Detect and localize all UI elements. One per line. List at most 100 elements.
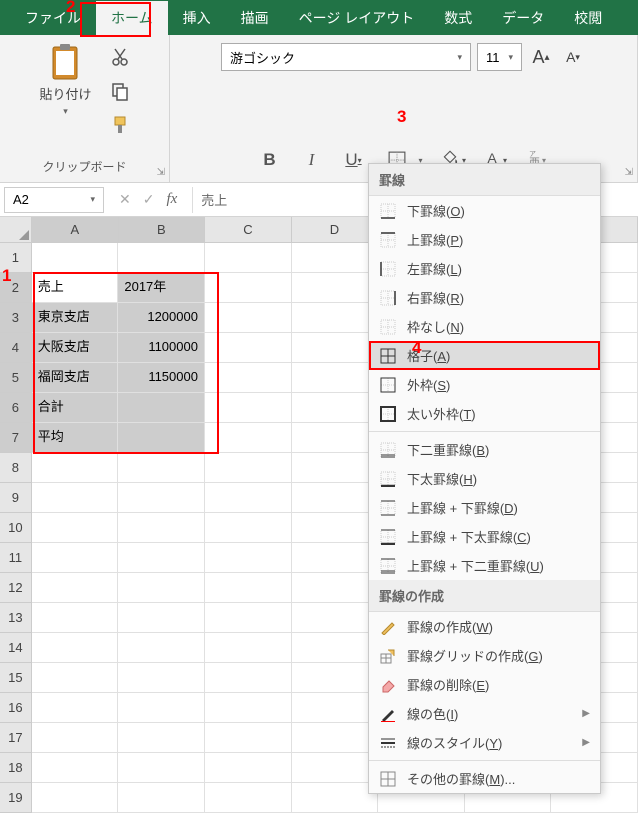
- col-header-A[interactable]: A: [32, 217, 119, 242]
- cell-D9[interactable]: [292, 483, 379, 513]
- tab-ホーム[interactable]: ホーム: [96, 1, 168, 35]
- border-option-more[interactable]: その他の罫線(M)...: [369, 764, 600, 793]
- cell-C14[interactable]: [205, 633, 292, 663]
- cell-A6[interactable]: 合計: [32, 393, 119, 423]
- cell-A17[interactable]: [32, 723, 119, 753]
- border-option-thick[interactable]: 太い外枠(T): [369, 399, 600, 428]
- cell-C2[interactable]: [205, 273, 292, 303]
- row-header-10[interactable]: 10: [0, 513, 32, 543]
- cell-A12[interactable]: [32, 573, 119, 603]
- cell-C15[interactable]: [205, 663, 292, 693]
- cell-B5[interactable]: 1150000: [118, 363, 205, 393]
- row-header-4[interactable]: 4: [0, 333, 32, 363]
- copy-icon[interactable]: [110, 81, 130, 101]
- border-option-all[interactable]: 格子(A): [369, 341, 600, 370]
- border-option-draw[interactable]: 罫線の作成(W): [369, 612, 600, 641]
- col-header-C[interactable]: C: [205, 217, 292, 242]
- cell-C9[interactable]: [205, 483, 292, 513]
- border-option-erase[interactable]: 罫線の削除(E): [369, 670, 600, 699]
- cell-A1[interactable]: [32, 243, 119, 273]
- decrease-font-icon[interactable]: A▾: [560, 44, 586, 70]
- row-header-18[interactable]: 18: [0, 753, 32, 783]
- border-option-bottom[interactable]: 下罫線(O): [369, 196, 600, 225]
- cell-D13[interactable]: [292, 603, 379, 633]
- cell-C3[interactable]: [205, 303, 292, 333]
- cell-B11[interactable]: [118, 543, 205, 573]
- cell-D5[interactable]: [292, 363, 379, 393]
- cell-A10[interactable]: [32, 513, 119, 543]
- cell-B8[interactable]: [118, 453, 205, 483]
- border-option-left[interactable]: 左罫線(L): [369, 254, 600, 283]
- row-header-17[interactable]: 17: [0, 723, 32, 753]
- row-header-9[interactable]: 9: [0, 483, 32, 513]
- border-option-drawgrid[interactable]: 罫線グリッドの作成(G): [369, 641, 600, 670]
- tab-データ[interactable]: データ: [487, 1, 559, 35]
- format-painter-icon[interactable]: [110, 115, 130, 135]
- cell-B18[interactable]: [118, 753, 205, 783]
- row-header-16[interactable]: 16: [0, 693, 32, 723]
- cell-A18[interactable]: [32, 753, 119, 783]
- cell-D6[interactable]: [292, 393, 379, 423]
- bold-button[interactable]: B: [253, 143, 287, 177]
- tab-数式[interactable]: 数式: [429, 1, 487, 35]
- cell-D4[interactable]: [292, 333, 379, 363]
- cell-B10[interactable]: [118, 513, 205, 543]
- cell-B19[interactable]: [118, 783, 205, 813]
- cell-B9[interactable]: [118, 483, 205, 513]
- increase-font-icon[interactable]: A▴: [528, 44, 554, 70]
- cell-A3[interactable]: 東京支店: [32, 303, 119, 333]
- cell-B3[interactable]: 1200000: [118, 303, 205, 333]
- name-box[interactable]: A2▾: [4, 187, 104, 213]
- cell-B15[interactable]: [118, 663, 205, 693]
- cell-C16[interactable]: [205, 693, 292, 723]
- cell-D3[interactable]: [292, 303, 379, 333]
- border-option-style[interactable]: 線のスタイル(Y)▶: [369, 728, 600, 757]
- cell-A5[interactable]: 福岡支店: [32, 363, 119, 393]
- cell-C4[interactable]: [205, 333, 292, 363]
- row-header-12[interactable]: 12: [0, 573, 32, 603]
- font-dialog-launcher-icon[interactable]: ⇲: [625, 167, 633, 178]
- border-option-right[interactable]: 右罫線(R): [369, 283, 600, 312]
- row-header-15[interactable]: 15: [0, 663, 32, 693]
- border-option-topthick[interactable]: 上罫線 + 下太罫線(C): [369, 522, 600, 551]
- cell-D17[interactable]: [292, 723, 379, 753]
- border-option-topbottom[interactable]: 上罫線 + 下罫線(D): [369, 493, 600, 522]
- cell-D12[interactable]: [292, 573, 379, 603]
- border-option-none[interactable]: 枠なし(N): [369, 312, 600, 341]
- cell-B13[interactable]: [118, 603, 205, 633]
- italic-button[interactable]: I: [295, 143, 329, 177]
- cell-C8[interactable]: [205, 453, 292, 483]
- cell-A16[interactable]: [32, 693, 119, 723]
- cell-C5[interactable]: [205, 363, 292, 393]
- cell-C17[interactable]: [205, 723, 292, 753]
- enter-icon[interactable]: ✓: [143, 191, 155, 208]
- cell-A14[interactable]: [32, 633, 119, 663]
- row-header-13[interactable]: 13: [0, 603, 32, 633]
- cell-D16[interactable]: [292, 693, 379, 723]
- font-size-select[interactable]: 11▾: [477, 43, 522, 71]
- cell-A4[interactable]: 大阪支店: [32, 333, 119, 363]
- cell-B4[interactable]: 1100000: [118, 333, 205, 363]
- border-option-outside[interactable]: 外枠(S): [369, 370, 600, 399]
- col-header-D[interactable]: D: [292, 217, 379, 242]
- cell-B17[interactable]: [118, 723, 205, 753]
- tab-ページ レイアウト[interactable]: ページ レイアウト: [284, 1, 430, 35]
- row-header-6[interactable]: 6: [0, 393, 32, 423]
- cell-D7[interactable]: [292, 423, 379, 453]
- row-header-11[interactable]: 11: [0, 543, 32, 573]
- cancel-icon[interactable]: ✕: [119, 191, 131, 208]
- cell-D2[interactable]: [292, 273, 379, 303]
- cell-D15[interactable]: [292, 663, 379, 693]
- col-header-B[interactable]: B: [119, 217, 206, 242]
- row-header-5[interactable]: 5: [0, 363, 32, 393]
- underline-button[interactable]: U ▾: [337, 143, 371, 177]
- cell-A15[interactable]: [32, 663, 119, 693]
- select-all-cell[interactable]: [0, 217, 32, 242]
- cell-C18[interactable]: [205, 753, 292, 783]
- border-option-dbottom[interactable]: 下二重罫線(B): [369, 435, 600, 464]
- cell-C12[interactable]: [205, 573, 292, 603]
- cell-A7[interactable]: 平均: [32, 423, 119, 453]
- cell-B1[interactable]: [118, 243, 205, 273]
- cell-D1[interactable]: [292, 243, 379, 273]
- tab-描画[interactable]: 描画: [226, 1, 284, 35]
